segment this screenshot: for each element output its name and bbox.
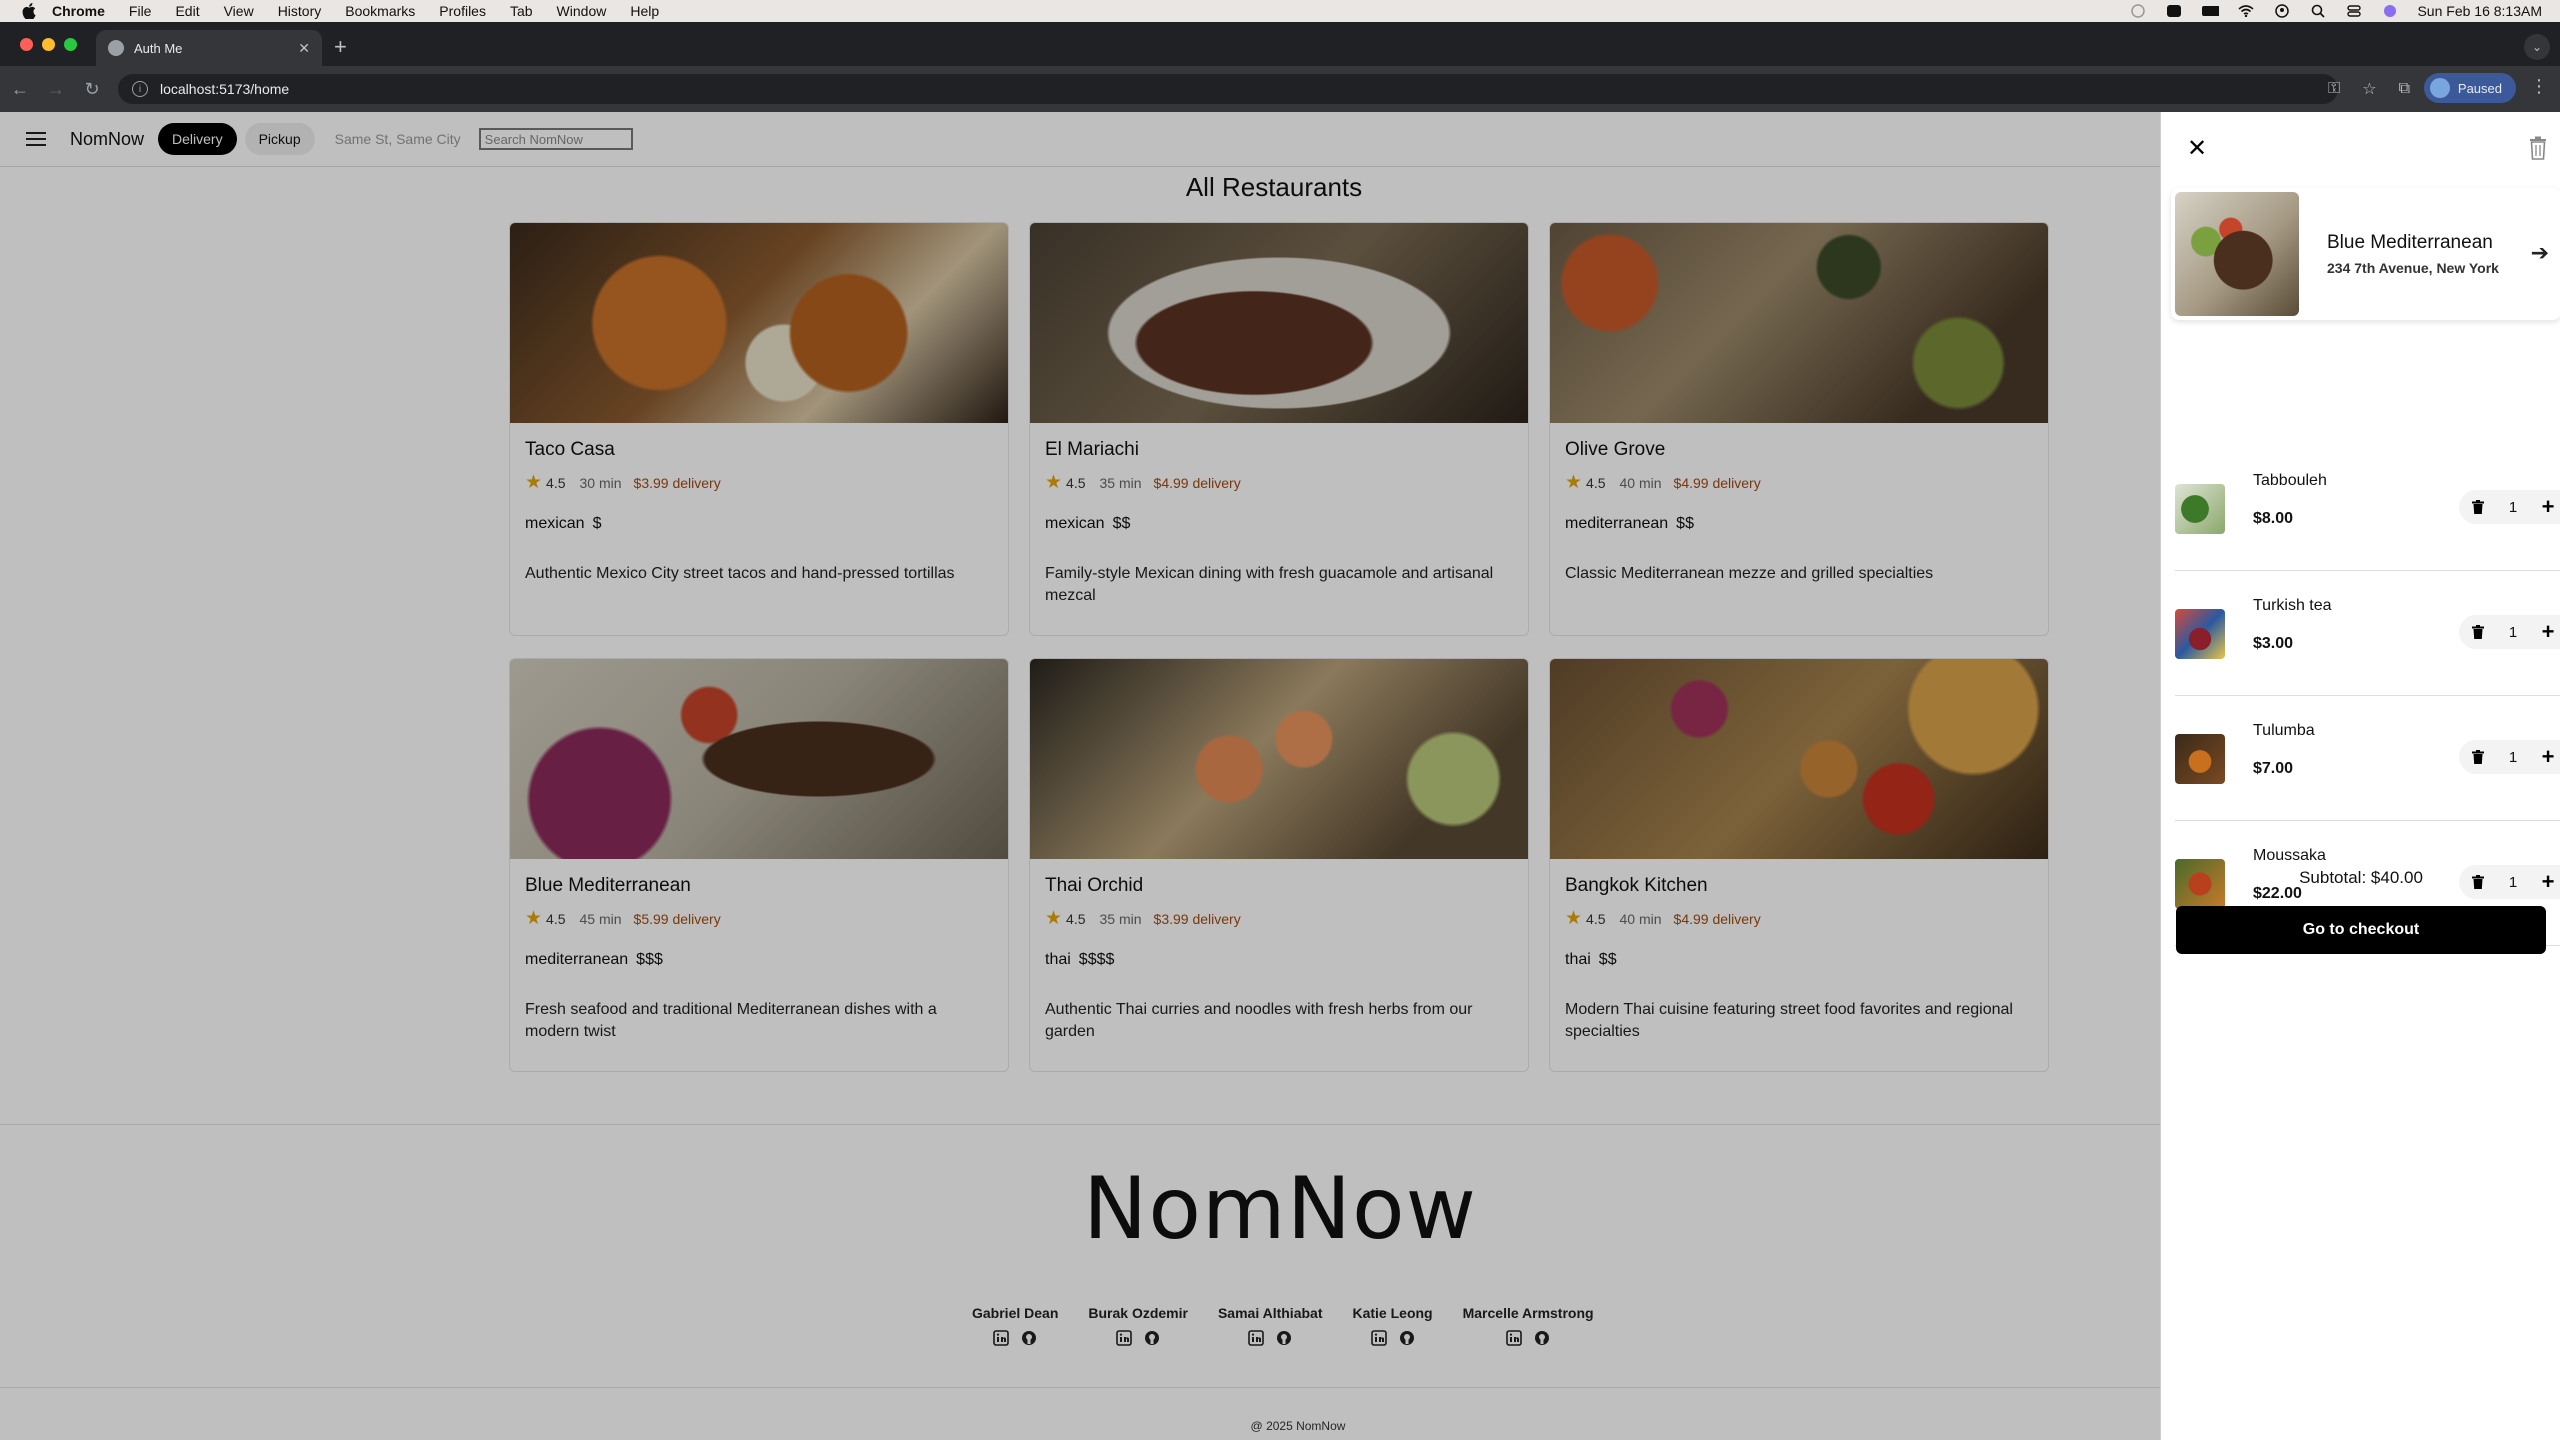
quantity-stepper: 1 +	[2459, 615, 2560, 649]
globe-icon	[108, 40, 124, 56]
battery-icon[interactable]	[2201, 4, 2220, 18]
avatar	[2429, 78, 2450, 98]
tab-title: Auth Me	[134, 40, 183, 56]
user-icon[interactable]	[2273, 4, 2291, 18]
item-name: Moussaka	[2253, 847, 2326, 864]
quantity-value: 1	[2508, 748, 2518, 766]
browser-tabstrip: Auth Me ✕ + ⌄	[0, 22, 2560, 66]
item-photo	[2175, 609, 2225, 659]
browser-toolbar: ← → ↻ i localhost:5173/home ⚿ ☆ ⧉	[0, 66, 2560, 112]
forward-icon[interactable]: →	[40, 73, 72, 105]
item-photo	[2175, 484, 2225, 534]
quantity-value: 1	[2508, 498, 2518, 516]
item-name: Turkish tea	[2253, 597, 2332, 614]
address-bar[interactable]: i localhost:5173/home	[118, 74, 2338, 104]
clock[interactable]: Sun Feb 16 8:13AM	[2417, 3, 2542, 19]
minimize-window-button[interactable]	[42, 38, 55, 51]
menu-edit[interactable]: Edit	[175, 3, 199, 19]
password-key-icon[interactable]: ⚿	[2328, 80, 2340, 98]
site-info-icon[interactable]: i	[132, 81, 148, 97]
menu-bookmarks[interactable]: Bookmarks	[345, 3, 415, 19]
plus-icon[interactable]: +	[2533, 744, 2560, 770]
profile-status: Paused	[2457, 80, 2502, 96]
item-name: Tabbouleh	[2253, 472, 2327, 489]
menu-window[interactable]: Window	[557, 3, 607, 19]
menu-tab[interactable]: Tab	[510, 3, 533, 19]
cart-store-card[interactable]: Blue Mediterranean 234 7th Avenue, New Y…	[2171, 188, 2560, 320]
menu-profiles[interactable]: Profiles	[439, 3, 486, 19]
menu-file[interactable]: File	[129, 3, 152, 19]
trash-icon[interactable]	[2463, 740, 2493, 774]
quantity-value: 1	[2508, 623, 2518, 641]
wifi-icon[interactable]	[2237, 4, 2255, 18]
store-address: 234 7th Avenue, New York	[2327, 260, 2499, 276]
item-price: $7.00	[2253, 760, 2294, 777]
menu-view[interactable]: View	[224, 3, 254, 19]
zoom-window-button[interactable]	[64, 38, 77, 51]
cart-item: Tabbouleh $8.00 1 +	[2175, 446, 2560, 571]
browser-menu-icon[interactable]: ⋮	[2530, 76, 2548, 97]
tab-search-icon[interactable]: ⌄	[2524, 34, 2550, 60]
quantity-stepper: 1 +	[2459, 490, 2560, 524]
trash-icon[interactable]	[2463, 615, 2493, 649]
search-icon[interactable]	[2309, 4, 2327, 18]
close-icon[interactable]: ✕	[2187, 134, 2207, 163]
url-text[interactable]: localhost:5173/home	[160, 81, 289, 97]
cart-item: Tulumba $7.00 1 +	[2175, 696, 2560, 821]
modal-backdrop[interactable]	[0, 112, 2160, 1440]
page-viewport: NomNow Delivery Pickup Same St, Same Cit…	[0, 112, 2560, 1440]
back-icon[interactable]: ←	[4, 73, 36, 105]
moon-icon[interactable]	[2129, 4, 2147, 18]
control-center-icon[interactable]	[2345, 4, 2363, 18]
arrow-right-icon[interactable]: ➔	[2531, 240, 2549, 266]
siri-icon[interactable]	[2381, 4, 2399, 18]
close-window-button[interactable]	[20, 38, 33, 51]
item-price: $8.00	[2253, 510, 2294, 527]
macos-menubar: Chrome File Edit View History Bookmarks …	[0, 0, 2560, 22]
new-tab-icon[interactable]: +	[334, 36, 347, 58]
profile-button[interactable]: Paused	[2423, 73, 2516, 103]
store-name: Blue Mediterranean	[2327, 232, 2493, 253]
cart-subtotal: Subtotal: $40.00	[2299, 868, 2423, 887]
plus-icon[interactable]: +	[2533, 619, 2560, 645]
app-status-icon[interactable]	[2165, 4, 2183, 18]
store-photo	[2175, 192, 2299, 316]
browser-tab[interactable]: Auth Me ✕	[96, 30, 322, 66]
quantity-stepper: 1 +	[2459, 740, 2560, 774]
plus-icon[interactable]: +	[2533, 494, 2560, 520]
trash-icon[interactable]	[2463, 490, 2493, 524]
apple-icon[interactable]	[20, 2, 38, 20]
item-photo	[2175, 734, 2225, 784]
bookmark-star-icon[interactable]: ☆	[2362, 79, 2376, 99]
extensions-icon[interactable]: ⧉	[2399, 80, 2410, 98]
window-controls	[20, 38, 77, 51]
menu-help[interactable]: Help	[630, 3, 659, 19]
item-price: $3.00	[2253, 635, 2294, 652]
checkout-button[interactable]: Go to checkout	[2176, 906, 2546, 954]
close-tab-icon[interactable]: ✕	[298, 40, 310, 57]
menu-history[interactable]: History	[278, 3, 322, 19]
menu-chrome[interactable]: Chrome	[52, 3, 105, 19]
item-name: Tulumba	[2253, 722, 2315, 739]
clear-cart-icon[interactable]	[2528, 136, 2548, 160]
cart-drawer: ✕ Blue Mediterranean 234 7th Avenue, New…	[2160, 112, 2560, 1440]
cart-item: Turkish tea $3.00 1 +	[2175, 571, 2560, 696]
reload-icon[interactable]: ↻	[76, 73, 108, 105]
